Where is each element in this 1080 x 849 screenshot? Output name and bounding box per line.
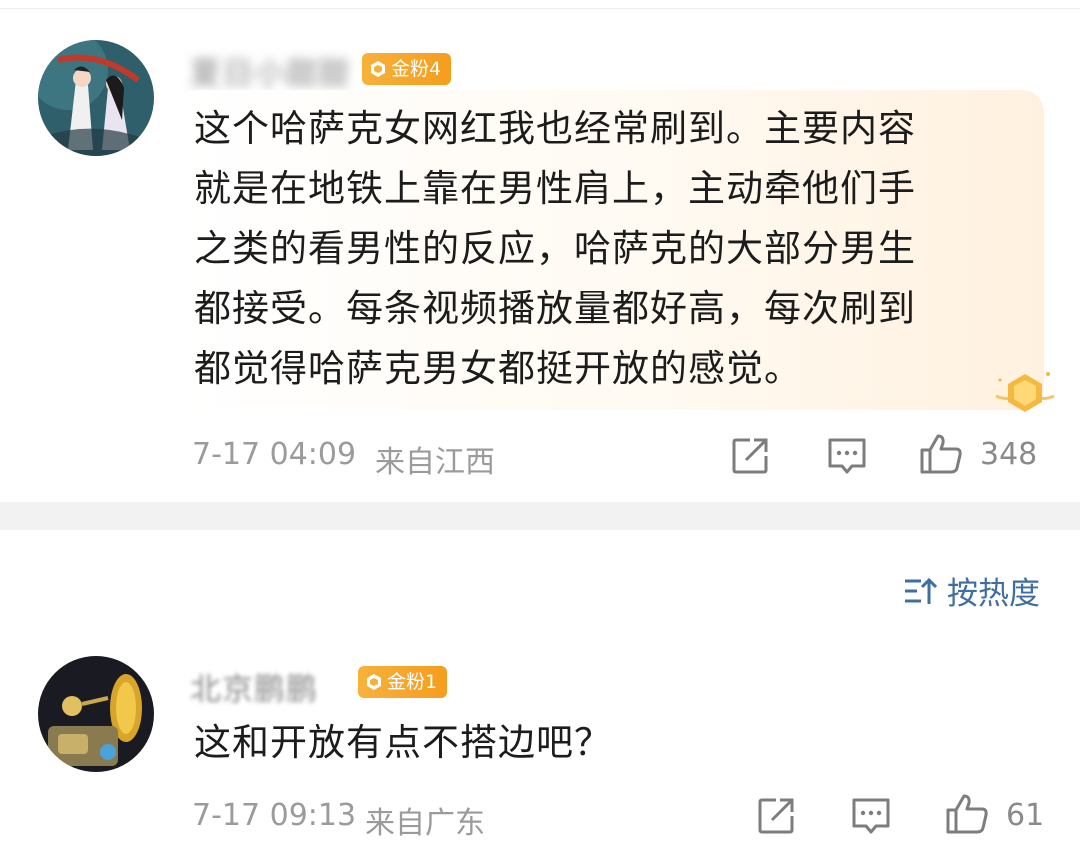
comment-button[interactable] [850, 796, 892, 836]
comment-item: 北京鹏鹏 金粉1 这和开放有点不搭边吧？ 7-17 09:13 来自广东 61 [0, 0, 1080, 841]
like-button[interactable] [944, 792, 990, 836]
gold-medal-icon [995, 372, 1055, 412]
share-icon [732, 438, 768, 474]
comment-icon [852, 798, 890, 834]
fan-badge: 金粉1 [358, 666, 448, 698]
comment-icon [828, 438, 866, 474]
crown-gem-icon [367, 674, 381, 690]
sort-button[interactable]: 按热度 [903, 568, 1040, 613]
comment-text-line: 这和开放有点不搭边吧？ [194, 721, 612, 764]
comment-text-line: 之类的看男性的反应，哈萨克的大部分男生 [194, 227, 916, 270]
thumbs-up-icon [920, 434, 962, 474]
sort-label: 按热度 [947, 576, 1040, 612]
comment-location: 来自广东 [365, 806, 485, 841]
comment-time: 7-17 09:13 [192, 798, 357, 833]
badge-label: 金粉1 [387, 671, 438, 693]
sort-icon [905, 577, 937, 604]
comment-text-line: 都接受。每条视频播放量都好高，每次刷到 [194, 287, 916, 330]
like-count: 61 [1006, 798, 1045, 833]
avatar[interactable] [38, 656, 154, 772]
like-count: 348 [980, 437, 1038, 472]
username-text: 北京鹏鹏 [190, 672, 318, 708]
comment-time: 7-17 04:09 [192, 437, 357, 472]
share-button[interactable] [730, 436, 770, 476]
thumbs-up-icon [946, 794, 988, 834]
comment-location: 来自江西 [375, 445, 495, 480]
comment-button[interactable] [826, 436, 868, 476]
share-icon [758, 798, 794, 834]
like-button[interactable] [918, 432, 964, 476]
username[interactable]: 北京鹏鹏 [190, 664, 318, 709]
section-divider [0, 502, 1080, 530]
comment-text-line: 都觉得哈萨克男女都挺开放的感觉。 [194, 347, 802, 390]
share-button[interactable] [756, 796, 796, 836]
